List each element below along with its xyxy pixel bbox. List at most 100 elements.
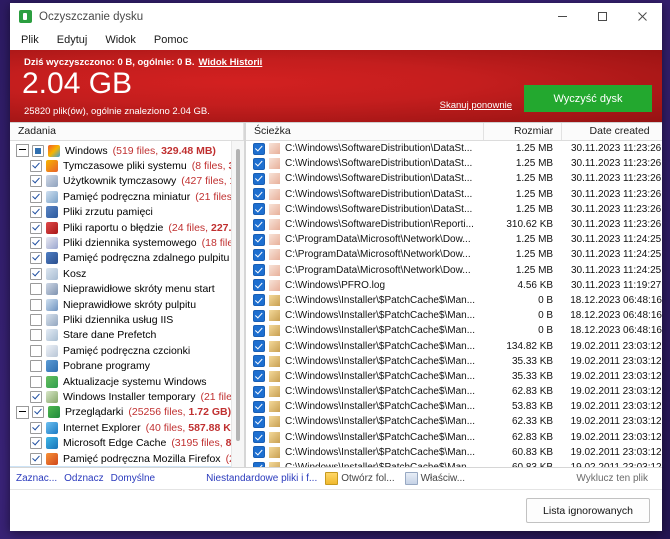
tree-item[interactable]: Nieprawidłowe skróty pulpitu: [10, 297, 244, 312]
tree-item[interactable]: Pamięć podręczna czcionki: [10, 343, 244, 358]
tree-item-checkbox[interactable]: [30, 313, 42, 326]
tree-item[interactable]: Tymczasowe pliki systemu(8 files, 32.56 …: [10, 158, 244, 173]
tree-item[interactable]: Pamięć podręczna Mozilla Firefox(22021 f…: [10, 451, 244, 466]
select-all-link[interactable]: Zaznac...: [16, 473, 57, 484]
table-row[interactable]: C:\Windows\SoftwareDistribution\DataSt..…: [246, 187, 662, 202]
file-row-checkbox[interactable]: [253, 264, 265, 277]
table-row[interactable]: C:\ProgramData\Microsoft\Network\Dow... 1…: [246, 247, 662, 262]
file-row-checkbox[interactable]: [253, 309, 265, 322]
file-row-checkbox[interactable]: [253, 385, 265, 398]
defaults-link[interactable]: Domyślne: [111, 473, 155, 484]
tree-item[interactable]: Pamięć podręczna zdalnego pulpitu: [10, 251, 244, 266]
tree-item-checkbox[interactable]: [30, 221, 42, 234]
file-row-checkbox[interactable]: [253, 294, 265, 307]
open-folder-action[interactable]: Otwórz fol...: [325, 472, 395, 485]
menu-item-pomoc[interactable]: Pomoc: [151, 33, 196, 48]
table-row[interactable]: C:\ProgramData\Microsoft\Network\Dow... 1…: [246, 232, 662, 247]
minimize-icon[interactable]: [542, 3, 582, 30]
table-row[interactable]: C:\Windows\Installer\$PatchCache$\Man...…: [246, 384, 662, 399]
table-row[interactable]: C:\ProgramData\Microsoft\Network\Dow... 1…: [246, 263, 662, 278]
table-row[interactable]: C:\Windows\Installer\$PatchCache$\Man...…: [246, 445, 662, 460]
ignore-list-button[interactable]: Lista ignorowanych: [526, 498, 650, 523]
table-row[interactable]: C:\Windows\Installer\$PatchCache$\Man...…: [246, 354, 662, 369]
tree-item-checkbox[interactable]: [30, 298, 42, 311]
exclude-file-link[interactable]: Wyklucz ten plik: [576, 473, 648, 484]
tree-item-checkbox[interactable]: [30, 375, 42, 388]
tree-item[interactable]: Przeglądarki (25256 files, 1.72 GB): [10, 405, 244, 420]
menu-item-plik[interactable]: Plik: [18, 33, 47, 48]
tree-item-checkbox[interactable]: [30, 452, 42, 465]
tree-item[interactable]: Stare dane Prefetch: [10, 328, 244, 343]
file-row-checkbox[interactable]: [253, 431, 265, 444]
tree-item[interactable]: Pliki dziennika usług IIS: [10, 312, 244, 327]
table-row[interactable]: C:\Windows\Installer\$PatchCache$\Man...…: [246, 323, 662, 338]
tree-item[interactable]: Microsoft Edge Cache(3195 files, 829.84 …: [10, 435, 244, 450]
collapse-icon[interactable]: [16, 144, 29, 158]
tree-item-checkbox[interactable]: [30, 267, 42, 280]
tasks-scrollbar-thumb[interactable]: [236, 149, 240, 441]
file-row-checkbox[interactable]: [253, 142, 265, 155]
table-row[interactable]: C:\Windows\SoftwareDistribution\DataSt..…: [246, 156, 662, 171]
file-row-checkbox[interactable]: [253, 355, 265, 368]
table-row[interactable]: C:\Windows\PFRO.log 4.56 KB 30.11.2023 11:…: [246, 278, 662, 293]
column-header-date[interactable]: Date created: [562, 123, 662, 140]
rescan-link[interactable]: Skanuj ponownie: [440, 100, 512, 111]
file-row-checkbox[interactable]: [253, 233, 265, 246]
tree-item-checkbox[interactable]: [30, 190, 42, 203]
clean-disk-button[interactable]: Wyczyść dysk: [524, 85, 652, 112]
menu-item-edytuj[interactable]: Edytuj: [54, 33, 96, 48]
tree-item-checkbox[interactable]: [30, 421, 42, 434]
tree-item-checkbox[interactable]: [30, 160, 42, 173]
tree-item-checkbox[interactable]: [30, 360, 42, 373]
tree-item[interactable]: Pliki raportu o błędzie (24 files, 227.94…: [10, 220, 244, 235]
table-row[interactable]: C:\Windows\Installer\$PatchCache$\Man...…: [246, 338, 662, 353]
close-icon[interactable]: [622, 3, 662, 30]
file-row-checkbox[interactable]: [253, 203, 265, 216]
table-row[interactable]: C:\Windows\SoftwareDistribution\Reporti.…: [246, 217, 662, 232]
table-row[interactable]: C:\Windows\SoftwareDistribution\DataSt..…: [246, 171, 662, 186]
tree-item[interactable]: Pobrane programy: [10, 358, 244, 373]
tree-item-checkbox[interactable]: [30, 344, 42, 357]
file-row-checkbox[interactable]: [253, 340, 265, 353]
tasks-scrollbar[interactable]: [231, 141, 244, 467]
column-header-size[interactable]: Rozmiar: [484, 123, 563, 140]
collapse-icon[interactable]: [16, 405, 29, 419]
tree-item-checkbox[interactable]: [30, 175, 42, 188]
file-row-checkbox[interactable]: [253, 188, 265, 201]
tree-item[interactable]: Nieprawidłowe skróty menu start: [10, 282, 244, 297]
column-header-path[interactable]: Ścieżka: [246, 123, 485, 140]
table-row[interactable]: C:\Windows\Installer\$PatchCache$\Man...…: [246, 430, 662, 445]
file-row-checkbox[interactable]: [253, 446, 265, 459]
tree-item-checkbox[interactable]: [32, 144, 44, 157]
tree-item-checkbox[interactable]: [30, 329, 42, 342]
file-row-checkbox[interactable]: [253, 218, 265, 231]
maximize-icon[interactable]: [582, 3, 622, 30]
file-row-checkbox[interactable]: [253, 415, 265, 428]
table-row[interactable]: C:\Windows\SoftwareDistribution\DataSt..…: [246, 141, 662, 156]
tree-item-checkbox[interactable]: [30, 237, 42, 250]
menu-item-widok[interactable]: Widok: [102, 33, 144, 48]
file-row-checkbox[interactable]: [253, 324, 265, 337]
custom-files-link[interactable]: Niestandardowe pliki i f...: [206, 473, 317, 484]
table-row[interactable]: C:\Windows\Installer\$PatchCache$\Man...…: [246, 293, 662, 308]
tree-item[interactable]: Pliki zrzutu pamięci: [10, 205, 244, 220]
tree-item[interactable]: Aktualizacje systemu Windows: [10, 374, 244, 389]
tree-item[interactable]: Użytkownik tymczasowy(427 files, 121.98 …: [10, 174, 244, 189]
file-row-checkbox[interactable]: [253, 157, 265, 170]
tree-item-checkbox[interactable]: [30, 206, 42, 219]
file-row-checkbox[interactable]: [253, 279, 265, 292]
file-row-checkbox[interactable]: [253, 400, 265, 413]
deselect-link[interactable]: Odznacz: [64, 473, 103, 484]
table-row[interactable]: C:\Windows\SoftwareDistribution\DataSt..…: [246, 202, 662, 217]
tree-item-checkbox[interactable]: [30, 283, 42, 296]
tree-item-checkbox[interactable]: [30, 390, 42, 403]
tree-item-checkbox[interactable]: [30, 437, 42, 450]
tree-item[interactable]: Windows (519 files, 329.48 MB): [10, 143, 244, 158]
tree-item-checkbox[interactable]: [32, 406, 44, 419]
tree-item[interactable]: Kosz: [10, 266, 244, 281]
table-row[interactable]: C:\Windows\Installer\$PatchCache$\Man...…: [246, 399, 662, 414]
file-row-checkbox[interactable]: [253, 248, 265, 261]
tree-item[interactable]: Windows Installer temporary(21 files, 10…: [10, 389, 244, 404]
history-view-link[interactable]: Widok Historii: [199, 57, 263, 68]
tree-item[interactable]: Pliki dziennika systemowego(18 files, 13…: [10, 235, 244, 250]
